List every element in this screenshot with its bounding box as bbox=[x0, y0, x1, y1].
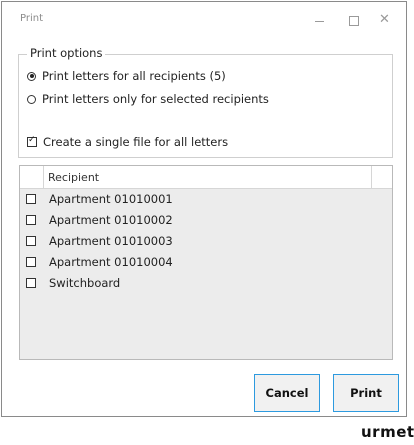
print-dialog: Print ✕ Print options Print letters for … bbox=[1, 1, 407, 417]
table-row[interactable]: Apartment 01010002 bbox=[20, 209, 392, 230]
table-row[interactable]: Switchboard bbox=[20, 272, 392, 293]
maximize-icon bbox=[349, 16, 359, 26]
row-checkbox[interactable] bbox=[26, 277, 36, 288]
recipient-name: Apartment 01010003 bbox=[49, 233, 173, 248]
cancel-button[interactable]: Cancel bbox=[254, 374, 320, 412]
recipient-name: Apartment 01010002 bbox=[49, 212, 173, 227]
single-file-label: Create a single file for all letters bbox=[43, 135, 229, 149]
table-row[interactable]: Apartment 01010003 bbox=[20, 230, 392, 251]
minimize-icon bbox=[315, 21, 324, 22]
option-selected-recipients-label: Print letters only for selected recipien… bbox=[42, 92, 269, 106]
radio-selected-recipients[interactable] bbox=[27, 94, 36, 104]
table-header: Recipient bbox=[20, 166, 392, 189]
option-all-recipients[interactable]: Print letters for all recipients (5) bbox=[27, 69, 226, 83]
window-title: Print bbox=[20, 13, 44, 24]
row-checkbox[interactable] bbox=[26, 193, 36, 204]
print-button[interactable]: Print bbox=[333, 374, 399, 412]
radio-all-recipients[interactable] bbox=[27, 71, 36, 81]
maximize-button[interactable] bbox=[342, 11, 366, 29]
row-checkbox[interactable] bbox=[26, 235, 36, 246]
recipient-name: Apartment 01010004 bbox=[49, 254, 173, 269]
recipient-name: Switchboard bbox=[49, 275, 121, 290]
print-options-group: Print options Print letters for all reci… bbox=[18, 46, 393, 158]
option-selected-recipients[interactable]: Print letters only for selected recipien… bbox=[27, 92, 269, 106]
single-file-checkbox[interactable] bbox=[27, 135, 37, 147]
option-all-recipients-label: Print letters for all recipients (5) bbox=[42, 69, 226, 83]
recipients-table: Recipient Apartment 01010001 Apartment 0… bbox=[19, 165, 393, 360]
title-bar: Print ✕ bbox=[2, 2, 406, 38]
brand-logo: urmet bbox=[361, 423, 414, 441]
close-button[interactable]: ✕ bbox=[375, 11, 399, 29]
row-checkbox[interactable] bbox=[26, 256, 36, 267]
select-column-header[interactable] bbox=[20, 166, 44, 188]
print-options-legend: Print options bbox=[27, 46, 106, 60]
minimize-button[interactable] bbox=[308, 11, 332, 29]
recipient-name: Apartment 01010001 bbox=[49, 191, 173, 206]
close-icon: ✕ bbox=[379, 12, 390, 27]
single-file-option[interactable]: Create a single file for all letters bbox=[27, 135, 228, 149]
table-row[interactable]: Apartment 01010001 bbox=[20, 188, 392, 209]
table-row[interactable]: Apartment 01010004 bbox=[20, 251, 392, 272]
column-divider bbox=[371, 166, 372, 188]
row-checkbox[interactable] bbox=[26, 214, 36, 225]
recipient-column-header[interactable]: Recipient bbox=[48, 171, 99, 184]
